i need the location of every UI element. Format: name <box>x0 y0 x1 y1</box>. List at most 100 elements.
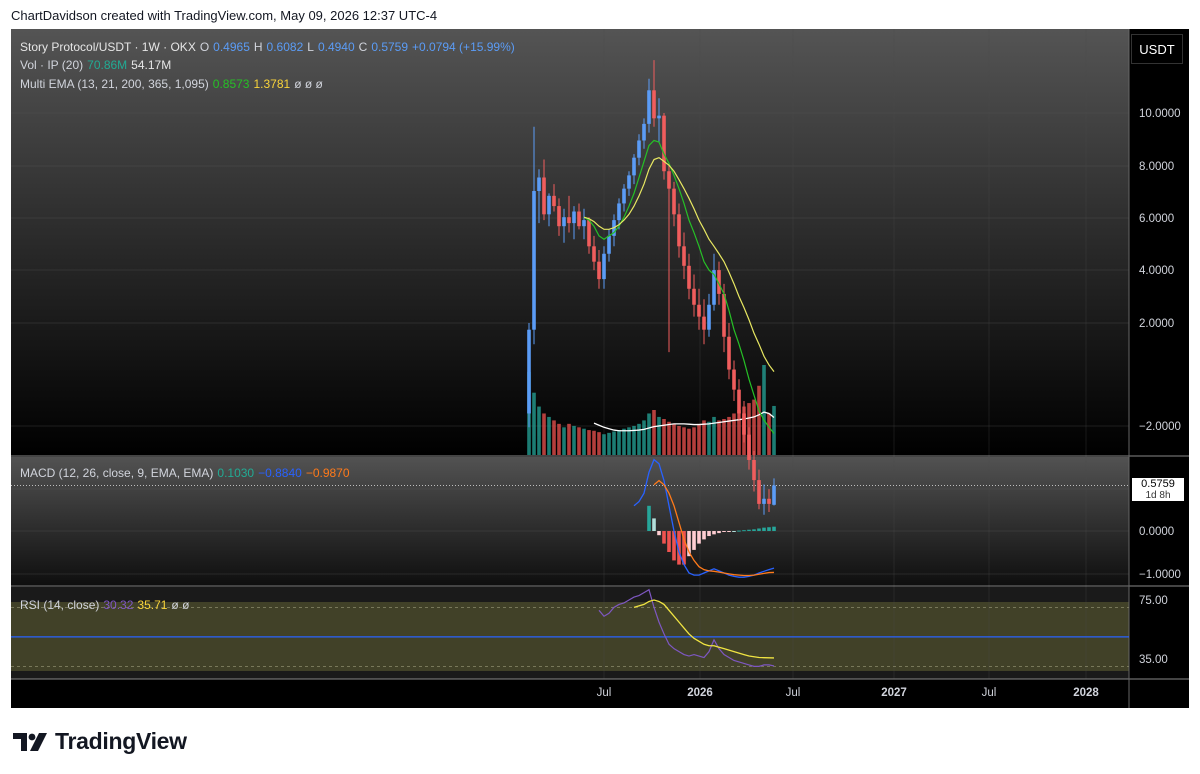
volume-bar <box>577 427 581 455</box>
candle-body <box>577 211 581 227</box>
candle-body <box>747 434 751 460</box>
price-tick-label: 4.0000 <box>1139 265 1174 277</box>
macd-histogram-bar <box>727 531 731 532</box>
tradingview-footer: TradingView <box>13 728 187 755</box>
candle-body <box>532 191 536 330</box>
volume-bar <box>677 425 681 455</box>
candle-body <box>642 123 646 141</box>
last-price-countdown: 1d 8h <box>1145 490 1171 502</box>
candle-body <box>667 171 671 189</box>
candle-body <box>597 261 601 280</box>
candle-body <box>677 214 681 247</box>
currency-button[interactable]: USDT <box>1131 34 1183 64</box>
volume-bar <box>657 416 661 455</box>
macd-histogram-bar <box>742 530 746 532</box>
legend-macd-signal: −0.9870 <box>305 466 350 480</box>
macd-histogram-bar <box>737 530 741 532</box>
volume-bar <box>597 432 601 455</box>
macd-histogram-bar <box>712 531 716 535</box>
legend-rsi-rest: ø ø <box>171 598 190 612</box>
rsi-tick-label: 35.00 <box>1139 654 1168 666</box>
candle-body <box>542 177 546 215</box>
candle-body <box>697 304 701 317</box>
volume-bar <box>672 423 676 455</box>
legend-rsi-row: RSI (14, close) 30.32 35.71 ø ø <box>20 598 193 612</box>
legend-o-label: O <box>199 40 210 54</box>
volume-bar <box>652 410 656 455</box>
macd-histogram-bar <box>722 531 726 532</box>
candle-body <box>622 188 626 204</box>
macd-histogram-bar <box>707 531 711 537</box>
candle-body <box>687 265 691 289</box>
price-tick-label: 8.0000 <box>1139 161 1174 173</box>
legend-ema-rest: ø ø ø <box>294 77 323 91</box>
candle-body <box>607 235 611 254</box>
volume-bar <box>772 405 776 455</box>
legend-volume-row: Vol · IP (20) 70.86M 54.17M <box>20 58 175 72</box>
volume-bar <box>757 385 761 455</box>
volume-bar <box>592 430 596 455</box>
candle-body <box>582 220 586 227</box>
candle-body <box>727 336 731 370</box>
time-tick-label: 2026 <box>687 687 713 699</box>
legend-macd-hist: 0.1030 <box>217 466 255 480</box>
macd-histogram-bar <box>692 531 696 550</box>
candle-body <box>527 329 531 414</box>
volume-bar <box>627 427 631 455</box>
candle-body <box>757 480 761 504</box>
candle-body <box>602 253 606 280</box>
volume-bar <box>662 419 666 455</box>
legend-symbol-row: Story Protocol/USDT · 1W · OKX O 0.4965 H 0.… <box>20 40 519 54</box>
macd-histogram-bar <box>667 531 671 552</box>
chart-frame[interactable]: 10.0000 8.0000 6.0000 4.0000 2.0000 −2.0000 1.… <box>11 29 1189 708</box>
candle-body <box>752 459 756 481</box>
candle-body <box>652 90 656 119</box>
candle-body <box>637 140 641 158</box>
macd-histogram-bar <box>662 531 666 544</box>
legend-rsi-a: 30.32 <box>103 598 134 612</box>
volume-bar <box>717 420 721 455</box>
candle-body <box>657 115 661 119</box>
volume-bar <box>642 420 646 455</box>
legend-ema-b: 1.3781 <box>253 77 291 91</box>
macd-histogram-bar <box>697 531 701 544</box>
last-price-badge: 0.5759 1d 8h <box>1131 477 1185 503</box>
volume-bar <box>607 432 611 455</box>
volume-bar <box>562 427 566 455</box>
macd-histogram-bar <box>652 518 656 531</box>
volume-bar <box>547 416 551 455</box>
legend-rsi-b: 35.71 <box>137 598 168 612</box>
macd-histogram-bar <box>772 526 776 531</box>
legend-l-label: L <box>307 40 314 54</box>
volume-bar <box>552 420 556 455</box>
macd-histogram-bar <box>647 505 651 531</box>
time-tick-label: 2027 <box>881 687 907 699</box>
candle-body <box>682 246 686 266</box>
volume-bar <box>637 423 641 455</box>
legend-h-value: 0.6082 <box>266 40 304 54</box>
legend-volume-label: Vol · IP (20) <box>20 58 84 72</box>
legend-o-value: 0.4965 <box>213 40 250 54</box>
volume-bar <box>612 431 616 455</box>
candle-body <box>737 389 741 414</box>
candle-body <box>562 217 566 227</box>
legend-volume-b: 54.17M <box>131 58 172 72</box>
macd-histogram-bar <box>747 529 751 531</box>
chart-attribution: ChartDavidson created with TradingView.c… <box>11 8 438 23</box>
macd-tick-label: 0.0000 <box>1139 526 1174 538</box>
legend-symbol: Story Protocol/USDT · 1W · OKX <box>20 40 196 54</box>
candle-body <box>672 188 676 215</box>
legend-change: +0.0794 (+15.99%) <box>412 40 515 54</box>
macd-histogram-bar <box>762 527 766 531</box>
volume-bar <box>572 425 576 455</box>
tradingview-wordmark: TradingView <box>55 728 187 754</box>
legend-volume-a: 70.86M <box>87 58 128 72</box>
volume-bar <box>602 434 606 455</box>
time-tick-label: Jul <box>786 687 801 699</box>
candle-body <box>547 195 551 215</box>
volume-bar <box>687 428 691 455</box>
price-tick-label: −2.0000 <box>1139 421 1181 433</box>
time-tick-label: Jul <box>982 687 997 699</box>
volume-bar <box>752 399 756 455</box>
volume-bar <box>722 419 726 455</box>
